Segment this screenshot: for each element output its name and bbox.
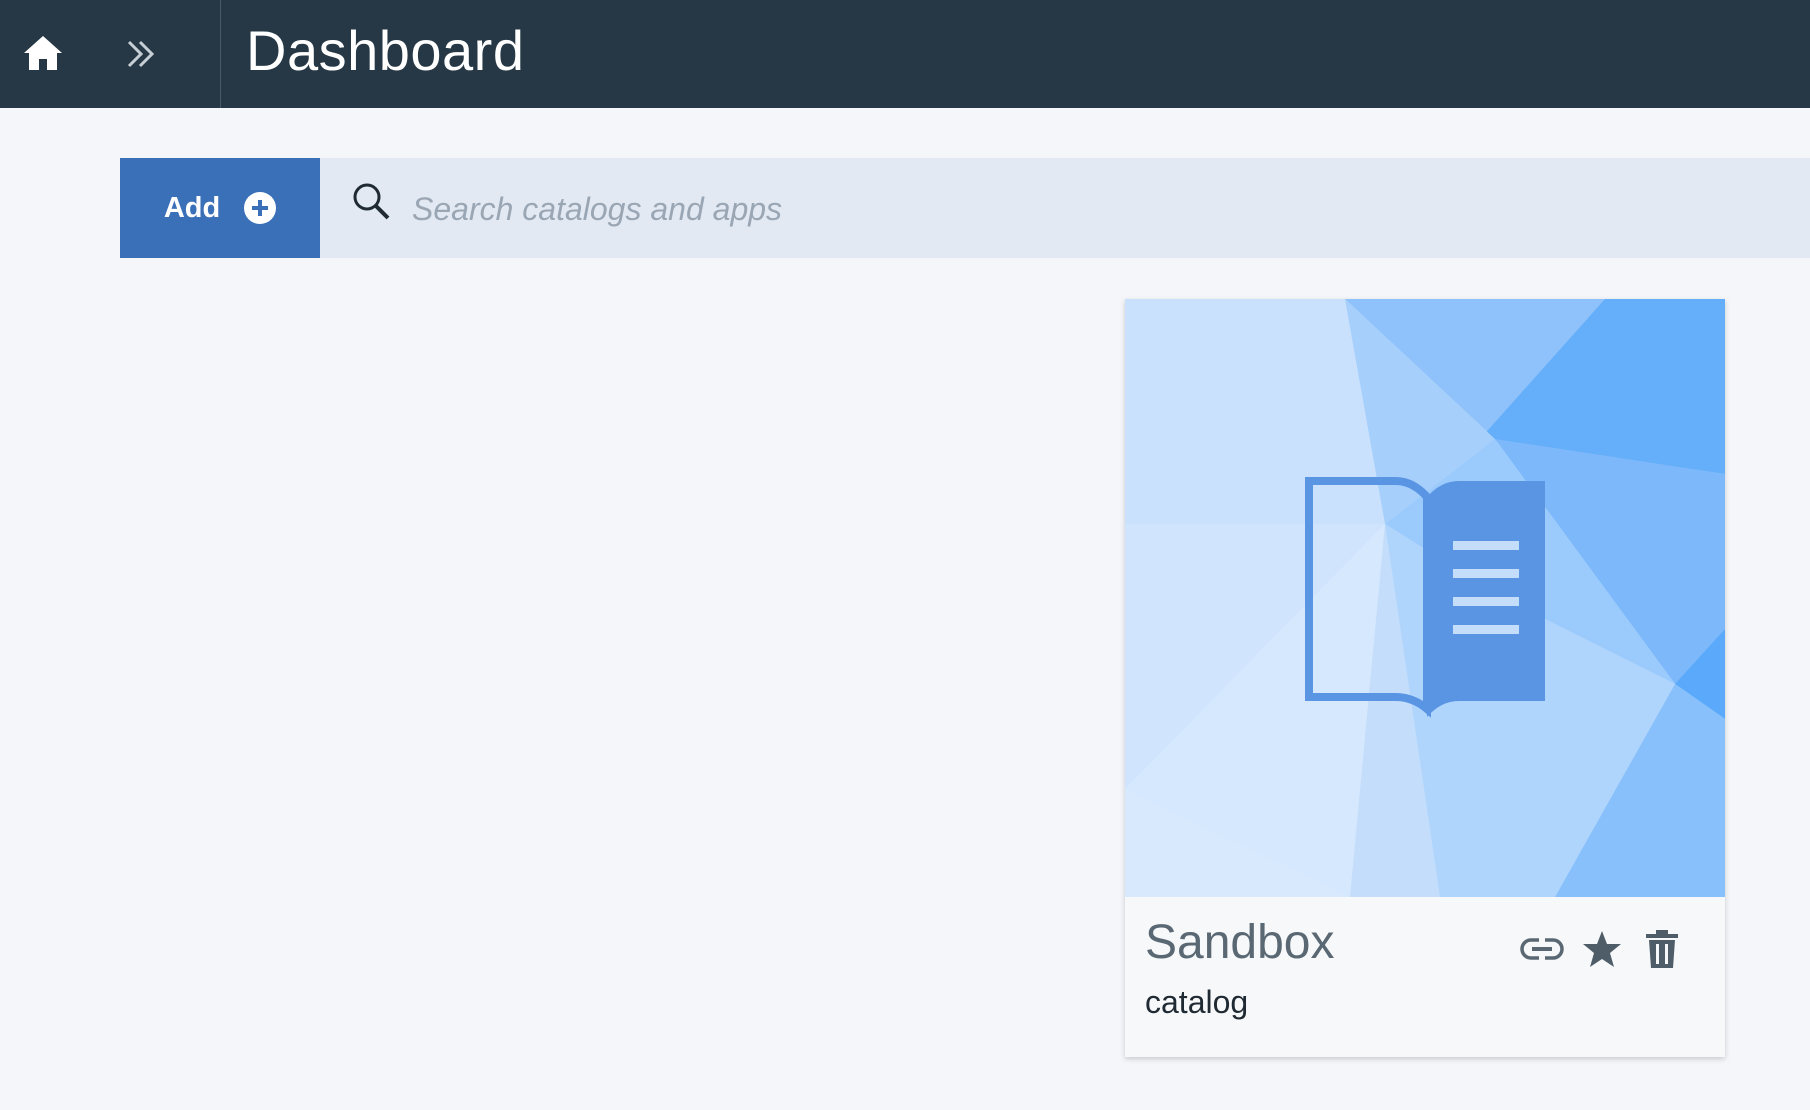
card-image — [1125, 299, 1725, 897]
favorite-button[interactable] — [1579, 926, 1625, 972]
add-button[interactable]: Add — [120, 158, 320, 258]
delete-button[interactable] — [1639, 926, 1685, 972]
trash-icon — [1646, 930, 1678, 968]
link-button[interactable] — [1519, 926, 1565, 972]
link-icon — [1520, 938, 1564, 960]
catalog-book-icon — [1305, 477, 1545, 718]
star-icon — [1583, 931, 1621, 967]
card-actions — [1519, 926, 1685, 972]
search-input[interactable] — [410, 184, 1810, 234]
page-title: Dashboard — [246, 19, 525, 82]
toolbar: Add — [120, 158, 1810, 258]
home-icon — [24, 36, 62, 70]
home-button[interactable] — [22, 32, 64, 74]
double-chevron-right-icon — [127, 40, 155, 68]
search-box — [320, 158, 1810, 258]
top-bar: Dashboard — [0, 0, 1810, 108]
card-title: Sandbox — [1145, 916, 1335, 969]
plus-circle-icon — [244, 192, 277, 224]
expand-navigation-button[interactable] — [124, 36, 160, 72]
catalog-card[interactable]: Sandbox catalog — [1125, 299, 1725, 1057]
search-icon — [353, 183, 390, 220]
card-type: catalog — [1145, 984, 1249, 1020]
topbar-divider — [220, 0, 221, 108]
add-button-label: Add — [163, 191, 221, 224]
